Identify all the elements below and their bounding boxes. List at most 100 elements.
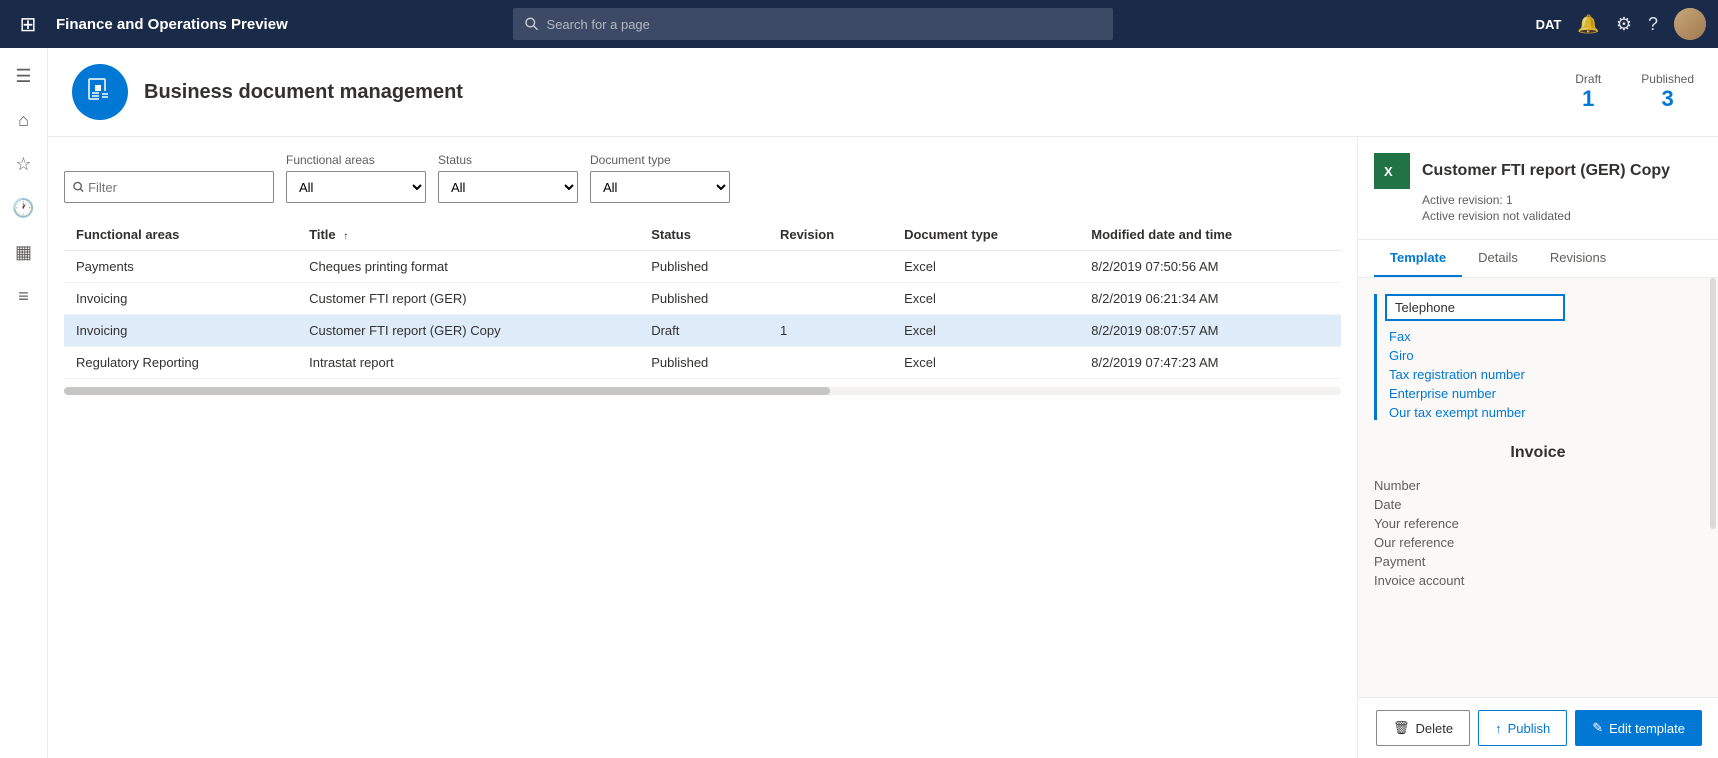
search-input[interactable]	[547, 17, 1102, 32]
document-type-label: Document type	[590, 153, 730, 167]
cell-functional-areas: Invoicing	[64, 315, 297, 347]
sidebar-item-modules[interactable]: ≡	[4, 276, 44, 316]
template-preview: Telephone Fax Giro Tax registration number…	[1358, 278, 1718, 678]
draft-stat: Draft 1	[1575, 72, 1601, 112]
cell-document-type: Excel	[892, 283, 1079, 315]
template-link-item[interactable]: Tax registration number	[1389, 367, 1702, 382]
sort-icon: ↑	[343, 231, 348, 242]
cell-revision	[768, 347, 892, 379]
help-icon[interactable]: ?	[1648, 14, 1658, 35]
cell-functional-areas: Payments	[64, 251, 297, 283]
sidebar-item-favorites[interactable]: ☆	[4, 144, 44, 184]
template-fields: NumberDateYour referenceOur referencePay…	[1374, 478, 1702, 588]
filter-search-icon	[73, 181, 84, 193]
col-document-type[interactable]: Document type	[892, 219, 1079, 251]
col-revision[interactable]: Revision	[768, 219, 892, 251]
right-panel-title: Customer FTI report (GER) Copy	[1422, 162, 1670, 180]
published-label: Published	[1641, 72, 1694, 86]
documents-table: Functional areas Title ↑ Status Revision	[64, 219, 1341, 379]
sidebar-item-menu[interactable]: ☰	[4, 56, 44, 96]
template-field-item: Payment	[1374, 554, 1702, 569]
scroll-thumb[interactable]	[64, 387, 830, 395]
right-panel: X Customer FTI report (GER) Copy Active …	[1358, 137, 1718, 758]
template-link-item[interactable]: Our tax exempt number	[1389, 405, 1702, 420]
template-links: Fax Giro Tax registration number Enterprise…	[1389, 329, 1702, 420]
sidebar-item-recent[interactable]: 🕐	[4, 188, 44, 228]
template-link-item[interactable]: Giro	[1389, 348, 1702, 363]
cell-title: Intrastat report	[297, 347, 639, 379]
sidebar-item-workspaces[interactable]: ▦	[4, 232, 44, 272]
cell-title: Customer FTI report (GER) Copy	[297, 315, 639, 347]
filter-search-box[interactable]	[64, 171, 274, 203]
settings-icon[interactable]: ⚙	[1616, 14, 1632, 35]
col-title[interactable]: Title ↑	[297, 219, 639, 251]
star-icon: ☆	[15, 154, 31, 175]
table-row[interactable]: Payments Cheques printing format Publish…	[64, 251, 1341, 283]
cell-document-type: Excel	[892, 347, 1079, 379]
col-modified[interactable]: Modified date and time	[1079, 219, 1341, 251]
invoice-section-title: Invoice	[1374, 444, 1702, 462]
apps-button[interactable]: ⊞	[12, 8, 44, 40]
cell-title: Customer FTI report (GER)	[297, 283, 639, 315]
draft-label: Draft	[1575, 72, 1601, 86]
functional-areas-select[interactable]: All	[286, 171, 426, 203]
template-link-item[interactable]: Fax	[1389, 329, 1702, 344]
home-icon: ⌂	[18, 110, 29, 131]
col-status[interactable]: Status	[639, 219, 768, 251]
right-panel-subtitle-2: Active revision not validated	[1374, 209, 1702, 223]
right-panel-title-row: X Customer FTI report (GER) Copy	[1374, 153, 1702, 189]
draft-value: 1	[1575, 86, 1601, 112]
col-functional-areas[interactable]: Functional areas	[64, 219, 297, 251]
right-panel-footer: 🗑 Delete ↑ Publish ✎ Edit template	[1358, 697, 1718, 758]
status-select[interactable]: All	[438, 171, 578, 203]
template-field-item: Date	[1374, 497, 1702, 512]
filter-input[interactable]	[88, 180, 265, 195]
tab-template[interactable]: Template	[1374, 240, 1462, 277]
right-panel-tabs: Template Details Revisions	[1358, 240, 1718, 278]
search-bar[interactable]	[513, 8, 1113, 40]
document-type-select[interactable]: All	[590, 171, 730, 203]
document-icon	[85, 77, 115, 107]
cell-modified: 8/2/2019 07:47:23 AM	[1079, 347, 1341, 379]
cell-modified: 8/2/2019 06:21:34 AM	[1079, 283, 1341, 315]
functional-areas-label: Functional areas	[286, 153, 426, 167]
excel-icon: X	[1374, 153, 1410, 189]
page-header: Business document management Draft 1 Pub…	[48, 48, 1718, 137]
horizontal-scrollbar[interactable]	[64, 387, 1341, 395]
telephone-field: Telephone	[1385, 294, 1565, 321]
publish-icon: ↑	[1495, 721, 1502, 736]
template-field-item: Number	[1374, 478, 1702, 493]
app-layout: ☰ ⌂ ☆ 🕐 ▦ ≡	[0, 48, 1718, 758]
functional-areas-filter: Functional areas All	[286, 153, 426, 203]
grid-icon: ▦	[15, 242, 32, 263]
publish-label: Publish	[1508, 721, 1551, 736]
publish-button[interactable]: ↑ Publish	[1478, 710, 1567, 746]
table-row[interactable]: Invoicing Customer FTI report (GER) Publ…	[64, 283, 1341, 315]
edit-template-label: Edit template	[1609, 721, 1685, 736]
right-scrollbar[interactable]	[1710, 278, 1716, 529]
cell-revision	[768, 283, 892, 315]
app-title: Finance and Operations Preview	[56, 16, 288, 33]
tab-details[interactable]: Details	[1462, 240, 1534, 277]
notifications-icon[interactable]: 🔔	[1577, 14, 1599, 35]
delete-label: Delete	[1416, 721, 1454, 736]
table-row[interactable]: Invoicing Customer FTI report (GER) Copy…	[64, 315, 1341, 347]
edit-icon: ✎	[1592, 720, 1603, 736]
top-navigation: ⊞ Finance and Operations Preview DAT 🔔 ⚙…	[0, 0, 1718, 48]
environment-label: DAT	[1536, 17, 1562, 32]
cell-revision: 1	[768, 315, 892, 347]
delete-icon: 🗑	[1393, 720, 1410, 736]
topnav-right: DAT 🔔 ⚙ ?	[1536, 8, 1706, 40]
right-panel-header: X Customer FTI report (GER) Copy Active …	[1358, 137, 1718, 240]
module-icon	[72, 64, 128, 120]
template-link-item[interactable]: Enterprise number	[1389, 386, 1702, 401]
user-avatar[interactable]	[1674, 8, 1706, 40]
edit-template-button[interactable]: ✎ Edit template	[1575, 710, 1702, 746]
table-row[interactable]: Regulatory Reporting Intrastat report Pu…	[64, 347, 1341, 379]
table-header: Functional areas Title ↑ Status Revision	[64, 219, 1341, 251]
sidebar-item-home[interactable]: ⌂	[4, 100, 44, 140]
cell-document-type: Excel	[892, 251, 1079, 283]
cell-title: Cheques printing format	[297, 251, 639, 283]
delete-button[interactable]: 🗑 Delete	[1376, 710, 1470, 746]
tab-revisions[interactable]: Revisions	[1534, 240, 1622, 277]
